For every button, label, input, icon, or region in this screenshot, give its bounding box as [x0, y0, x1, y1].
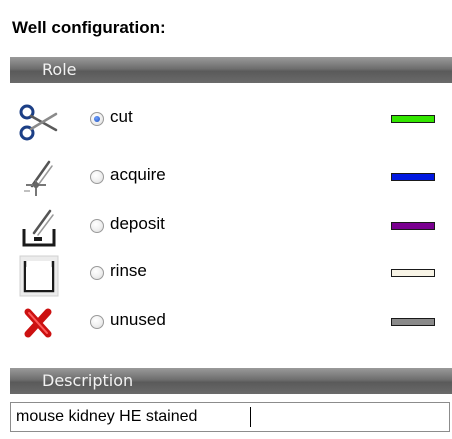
role-option-rinse[interactable]: rinse [10, 254, 452, 300]
role-option-deposit[interactable]: deposit [10, 207, 452, 253]
radio-rinse[interactable] [90, 266, 104, 280]
deposit-tool-icon [16, 207, 60, 251]
role-label-deposit: deposit [110, 214, 165, 233]
radio-deposit[interactable] [90, 219, 104, 233]
role-option-cut[interactable]: cut [10, 100, 452, 146]
color-swatch-unused [391, 318, 435, 326]
color-swatch-deposit [391, 222, 435, 230]
color-swatch-acquire [391, 173, 435, 181]
role-label-rinse: rinse [110, 261, 147, 280]
color-swatch-rinse [391, 269, 435, 277]
radio-unused[interactable] [90, 315, 104, 329]
radio-acquire[interactable] [90, 170, 104, 184]
role-option-acquire[interactable]: acquire [10, 158, 452, 204]
color-swatch-cut [391, 115, 435, 123]
role-label-unused: unused [110, 310, 166, 329]
role-label-acquire: acquire [110, 165, 166, 184]
description-input[interactable] [10, 402, 450, 432]
description-section-header: Description [10, 368, 452, 394]
well-configuration-title: Well configuration: [12, 18, 166, 37]
rinse-container-icon [16, 254, 60, 298]
description-section-label: Description [42, 371, 134, 390]
role-section-header: Role [10, 57, 452, 83]
radio-cut[interactable] [90, 112, 104, 126]
role-section-label: Role [42, 60, 77, 79]
role-label-cut: cut [110, 107, 133, 126]
red-x-icon [16, 303, 60, 347]
scissors-icon [16, 100, 60, 144]
text-caret [250, 407, 251, 427]
role-option-unused[interactable]: unused [10, 303, 452, 349]
acquire-tool-icon [16, 158, 60, 202]
